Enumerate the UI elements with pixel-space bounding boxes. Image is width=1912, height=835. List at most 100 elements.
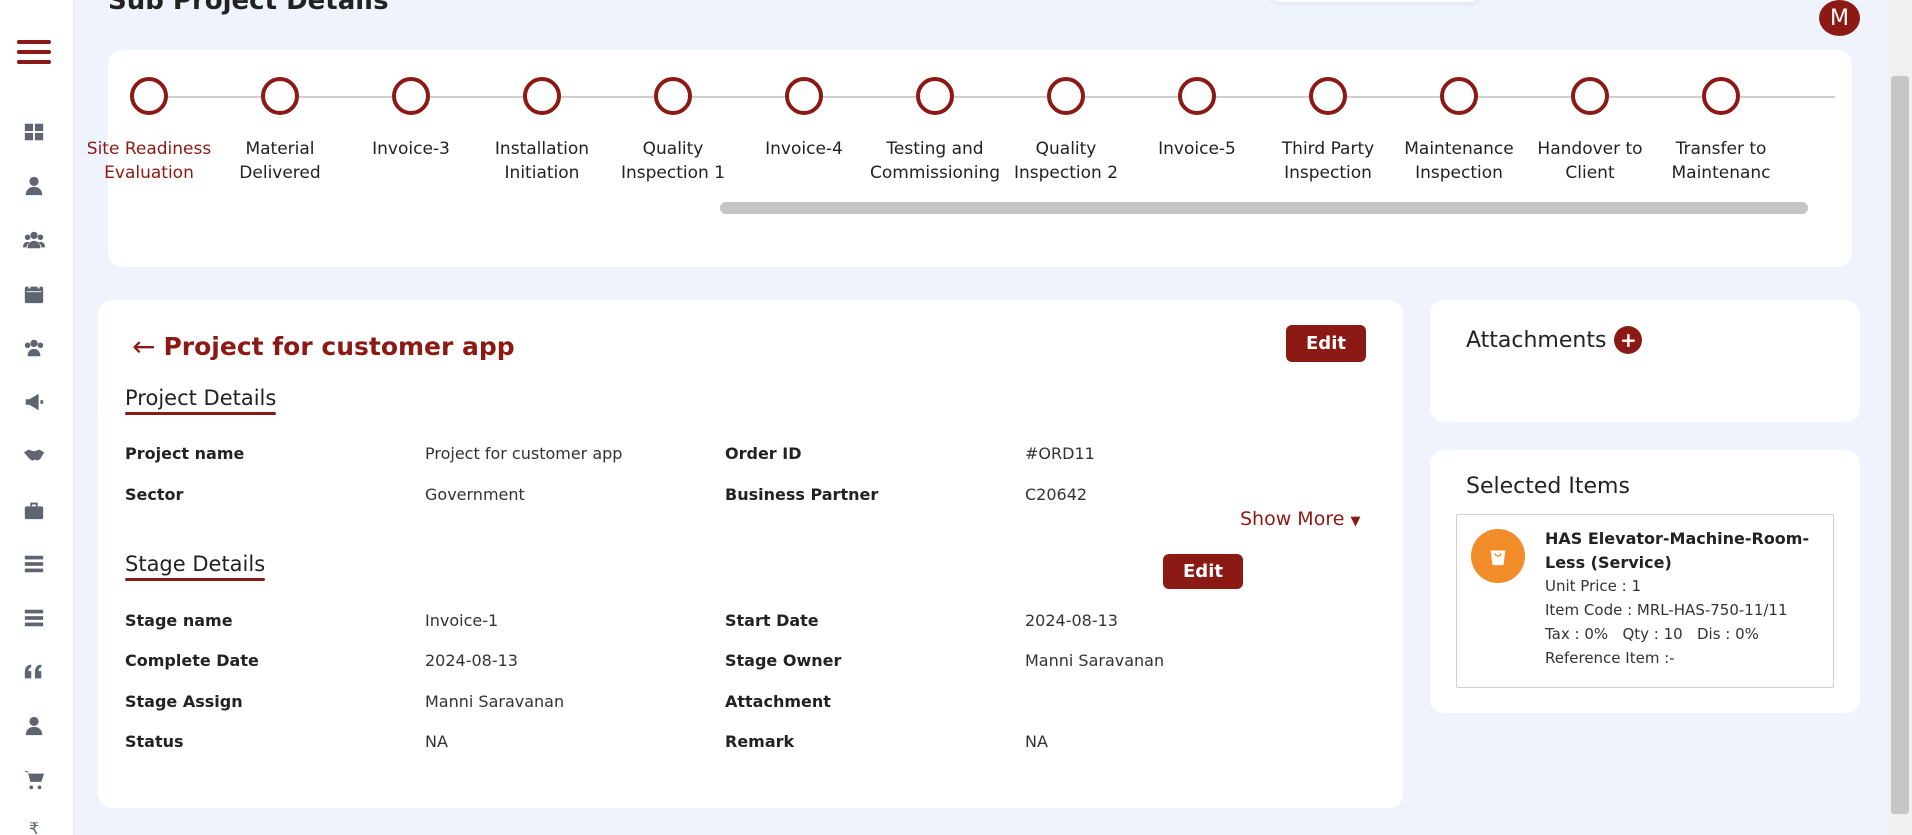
item-unit-price: Unit Price : 1 xyxy=(1545,577,1642,595)
project-name-value: Project for customer app xyxy=(425,444,623,463)
stage-step-circle[interactable] xyxy=(130,77,168,115)
stage-owner-value: Manni Saravanan xyxy=(1025,651,1165,670)
business-partner-value: C20642 xyxy=(1025,485,1088,504)
stage-step-circle[interactable] xyxy=(1178,77,1216,115)
megaphone-icon[interactable] xyxy=(22,390,46,414)
stage-assign-label: Stage Assign xyxy=(125,692,243,711)
stage-step[interactable]: Invoice-5 xyxy=(1131,77,1263,161)
stage-step[interactable]: Invoice-3 xyxy=(345,77,477,161)
heading-underline xyxy=(125,412,277,415)
stage-step[interactable]: Transfer to Maintenanc xyxy=(1655,77,1787,185)
stage-step-circle[interactable] xyxy=(1571,77,1609,115)
item-reference: Reference Item :- xyxy=(1545,649,1675,667)
stage-step[interactable]: Material Delivered xyxy=(214,77,346,185)
project-edit-button[interactable]: Edit xyxy=(1286,325,1366,362)
stage-step[interactable]: Installation Initiation xyxy=(476,77,608,185)
item-tax-qty-dis: Tax : 0% Qty : 10 Dis : 0% xyxy=(1545,625,1759,643)
stage-step-label: Invoice-5 xyxy=(1158,139,1236,159)
stage-step-circle[interactable] xyxy=(261,77,299,115)
stage-step-label: Invoice-3 xyxy=(372,139,450,159)
back-arrow-icon[interactable]: ← xyxy=(132,332,155,361)
stage-step-circle[interactable] xyxy=(1309,77,1347,115)
stage-step-circle[interactable] xyxy=(1047,77,1085,115)
attachments-card: Attachments + xyxy=(1430,300,1860,422)
start-date-value: 2024-08-13 xyxy=(1025,611,1118,630)
stage-step-circle[interactable] xyxy=(1440,77,1478,115)
briefcase-icon[interactable] xyxy=(22,498,46,522)
status-value: NA xyxy=(425,732,448,751)
stage-step-label: Maintenance Inspection xyxy=(1404,139,1514,183)
attachments-heading: Attachments + xyxy=(1466,326,1643,354)
stage-step-circle[interactable] xyxy=(785,77,823,115)
menu-toggle-icon[interactable] xyxy=(17,40,51,70)
users-icon[interactable] xyxy=(22,228,46,252)
stage-step[interactable]: Third Party Inspection xyxy=(1262,77,1394,185)
stage-step-label: Installation Initiation xyxy=(494,139,590,183)
status-label: Status xyxy=(125,732,184,751)
stage-step-label: Transfer to Maintenanc xyxy=(1671,139,1771,183)
quote-icon[interactable] xyxy=(22,660,46,684)
dashboard-icon[interactable] xyxy=(22,120,46,144)
stage-stepper-card: Site Readiness Evaluation Material Delive… xyxy=(87,50,1852,267)
calendar-icon[interactable] xyxy=(22,282,46,306)
selected-item[interactable]: HAS Elevator-Machine-Room-Less (Service)… xyxy=(1456,514,1834,688)
stage-step-label: Handover to Client xyxy=(1537,139,1643,183)
sector-value: Government xyxy=(425,485,525,504)
stage-step[interactable]: Quality Inspection 2 xyxy=(1000,77,1132,185)
stage-step-label: Invoice-4 xyxy=(765,139,843,159)
remark-value: NA xyxy=(1025,732,1048,751)
stage-step[interactable]: Invoice-4 xyxy=(738,77,870,161)
stage-step[interactable]: Quality Inspection 1 xyxy=(607,77,739,185)
show-more-link[interactable]: Show More ▼ xyxy=(1240,508,1360,530)
order-id-label: Order ID xyxy=(725,444,802,463)
stage-details-title: Stage Details xyxy=(125,552,266,576)
team-icon[interactable] xyxy=(22,336,46,360)
stage-step-circle[interactable] xyxy=(523,77,561,115)
attachments-title: Attachments xyxy=(1466,327,1607,353)
project-title-row: ← Project for customer app xyxy=(132,332,515,361)
page-title: Sub Project Details xyxy=(108,0,389,16)
stepper-scrollbar[interactable] xyxy=(720,202,1808,214)
stage-step[interactable]: Testing and Commissioning xyxy=(869,77,1001,185)
avatar[interactable]: M xyxy=(1819,0,1860,36)
stage-step-label: Site Readiness Evaluation xyxy=(86,139,212,183)
complete-date-value: 2024-08-13 xyxy=(425,651,518,670)
stage-name-value: Invoice-1 xyxy=(425,611,499,630)
show-more-label: Show More xyxy=(1240,508,1345,530)
rupee-icon[interactable]: ₹ xyxy=(22,816,46,835)
remark-label: Remark xyxy=(725,732,795,751)
selected-items-title: Selected Items xyxy=(1466,474,1630,499)
stage-step-circle[interactable] xyxy=(654,77,692,115)
list-icon[interactable] xyxy=(22,552,46,576)
stage-edit-button[interactable]: Edit xyxy=(1163,554,1243,589)
heading-underline xyxy=(125,578,266,581)
item-name: HAS Elevator-Machine-Room-Less (Service) xyxy=(1545,529,1810,572)
list-alt-icon[interactable] xyxy=(22,606,46,630)
stage-step-label: Material Delivered xyxy=(239,139,321,183)
stage-step-circle[interactable] xyxy=(392,77,430,115)
project-details-title: Project Details xyxy=(125,386,277,410)
caret-down-icon: ▼ xyxy=(1350,514,1361,529)
stage-step[interactable]: Handover to Client xyxy=(1524,77,1656,185)
stage-step[interactable]: Site Readiness Evaluation xyxy=(83,77,215,185)
cart-icon[interactable] xyxy=(22,768,46,792)
stage-step-circle[interactable] xyxy=(1702,77,1740,115)
order-id-value: #ORD11 xyxy=(1025,444,1095,463)
user-icon[interactable] xyxy=(22,174,46,198)
sidebar: ₹ xyxy=(0,0,74,835)
item-code: Item Code : MRL-HAS-750-11/11 xyxy=(1545,601,1788,619)
header-search-pill[interactable] xyxy=(1270,0,1480,2)
stage-name-label: Stage name xyxy=(125,611,233,630)
add-attachment-button[interactable]: + xyxy=(1614,326,1643,354)
person-icon[interactable] xyxy=(22,714,46,738)
project-title: Project for customer app xyxy=(163,332,515,361)
stage-step-label: Quality Inspection 2 xyxy=(1013,139,1119,183)
selected-items-card: Selected Items HAS Elevator-Machine-Room… xyxy=(1430,450,1860,713)
stage-step-label: Quality Inspection 1 xyxy=(620,139,726,183)
shopping-bag-icon xyxy=(1471,529,1525,583)
page-scrollbar-thumb[interactable] xyxy=(1891,76,1909,814)
stage-step[interactable]: Maintenance Inspection xyxy=(1393,77,1525,185)
stage-step-circle[interactable] xyxy=(916,77,954,115)
handshake-icon[interactable] xyxy=(22,444,46,468)
complete-date-label: Complete Date xyxy=(125,651,259,670)
